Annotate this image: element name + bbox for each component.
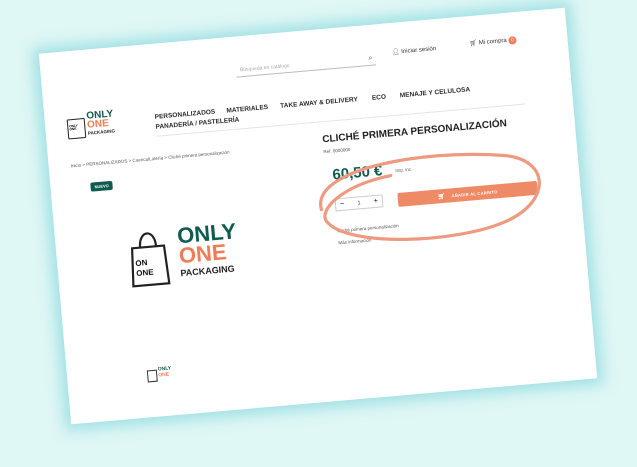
user-icon: 👤︎ [391, 49, 400, 56]
nav-materiales[interactable]: MATERIALES [226, 104, 268, 115]
login-link[interactable]: 👤︎ Iniciar sesión [392, 45, 437, 56]
product-thumbnail[interactable]: ONLY ONE [146, 365, 178, 386]
thumb-bag-icon [146, 369, 158, 383]
cart-count-badge: 0 [508, 36, 517, 45]
annotation-circle [319, 152, 541, 241]
product-logo-line2: ONE [177, 239, 228, 269]
svg-text:ON: ON [135, 258, 148, 268]
logo-bag-icon: ONLY ONE [66, 117, 87, 140]
nav-eco[interactable]: ECO [372, 94, 387, 102]
cart-icon: 🛒︎ [469, 40, 478, 48]
header-logo[interactable]: ONLY ONE ONLY ONE PACKAGING [66, 105, 139, 147]
login-label: Iniciar sesión [401, 46, 437, 56]
search-input[interactable]: Búsqueda en catálogo [240, 63, 290, 73]
breadcrumb: Inicio > PERSONALIZADOS > Cuenca/Lotería… [70, 149, 230, 169]
product-image[interactable]: ON ONE ONLY ONE PACKAGING [124, 215, 270, 307]
cart-link[interactable]: 🛒︎ Mi compra 0 [469, 36, 517, 48]
nav-take-away[interactable]: TAKE AWAY & DELIVERY [280, 96, 358, 110]
new-badge: NUEVO [90, 180, 114, 192]
svg-text:ONE: ONE [136, 268, 155, 279]
bag-logo-icon: ON ONE [130, 232, 171, 288]
logo-line3: PACKAGING [87, 128, 116, 136]
search-bar[interactable]: Búsqueda en catálogo ⌕ [235, 54, 377, 78]
cart-label: Mi compra [478, 37, 508, 47]
search-icon[interactable]: ⌕ [368, 55, 373, 63]
nav-menaje[interactable]: MENAJE Y CELULOSA [400, 86, 471, 99]
screenshot-photo: Búsqueda en catálogo ⌕ 👤︎ Iniciar sesión… [38, 7, 598, 425]
